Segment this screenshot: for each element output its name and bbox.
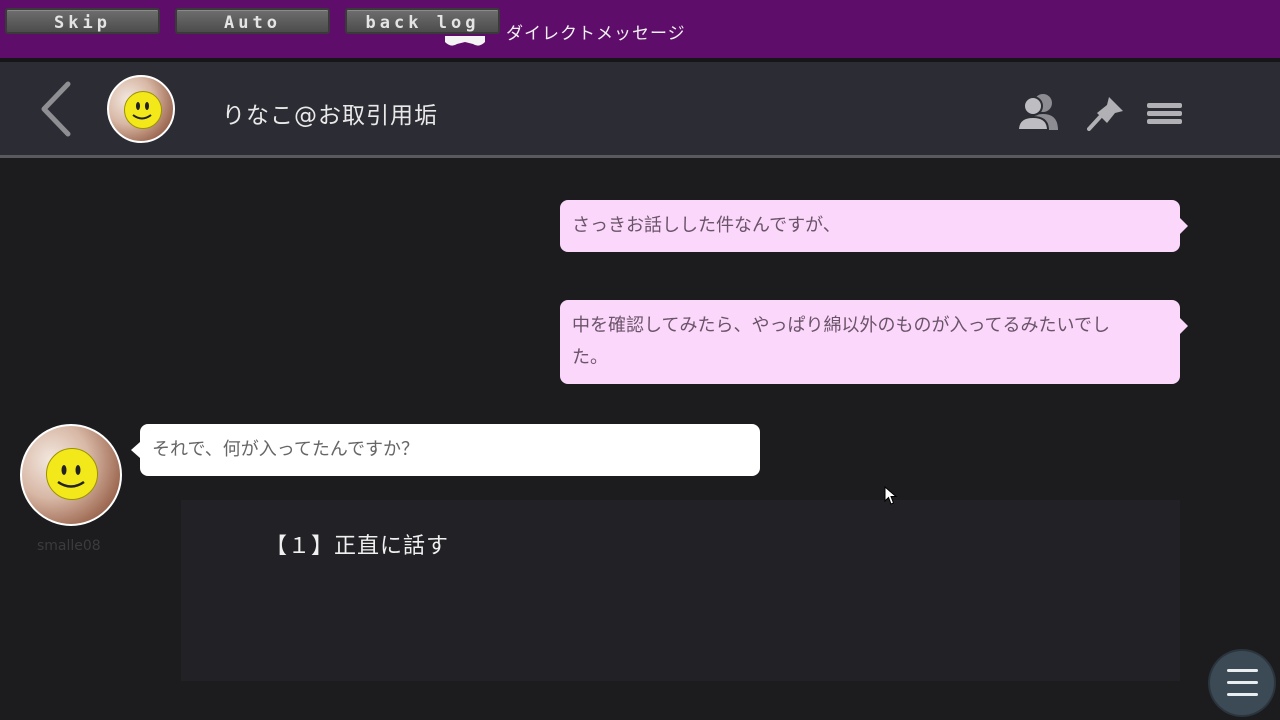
contact-name: りなこ@お取引用垢: [222, 103, 438, 129]
message-bubble-outgoing: さっきお話しした件なんですが、: [560, 200, 1180, 252]
sender-name: smalle08: [37, 538, 101, 554]
skip-button[interactable]: Skip: [5, 8, 160, 34]
profile-icon[interactable]: [1018, 92, 1060, 130]
choice-option-1[interactable]: 【１】正直に話す: [265, 528, 449, 560]
message-text: 中を確認してみたら、やっぱり綿以外のものが入ってるみたいでし: [572, 315, 1111, 336]
back-arrow-icon[interactable]: [36, 80, 76, 138]
menu-icon-line: [1227, 693, 1258, 696]
auto-button[interactable]: Auto: [175, 8, 330, 34]
menu-icon-line: [1227, 681, 1258, 684]
hamburger-icon[interactable]: [1147, 102, 1183, 126]
choice-panel: 【１】正直に話す: [181, 500, 1180, 681]
bubble-tail: [131, 442, 140, 458]
menu-button[interactable]: [1210, 651, 1274, 715]
bubble-tail: [1180, 318, 1188, 334]
sender-avatar[interactable]: [20, 424, 122, 526]
screen-title: ダイレクトメッセージ: [506, 24, 686, 44]
pin-icon[interactable]: [1087, 95, 1125, 131]
mask-icon: [445, 36, 485, 46]
backlog-button[interactable]: back log: [345, 8, 500, 34]
message-bubble-outgoing: 中を確認してみたら、やっぱり綿以外のものが入ってるみたいでし た。: [560, 300, 1180, 384]
bubble-tail: [1180, 218, 1188, 234]
mouse-cursor-icon: [884, 486, 898, 505]
menu-icon-line: [1227, 669, 1258, 672]
message-bubble-incoming: それで、何が入ってたんですか？: [140, 424, 760, 476]
message-text: それで、何が入ってたんですか？: [152, 439, 419, 460]
message-text: た。: [572, 347, 608, 368]
message-text: さっきお話しした件なんですが、: [572, 215, 841, 236]
contact-avatar[interactable]: [107, 75, 175, 143]
chat-header: りなこ@お取引用垢: [0, 62, 1280, 158]
system-bar: Skip Auto back log ダイレクトメッセージ: [0, 0, 1280, 58]
